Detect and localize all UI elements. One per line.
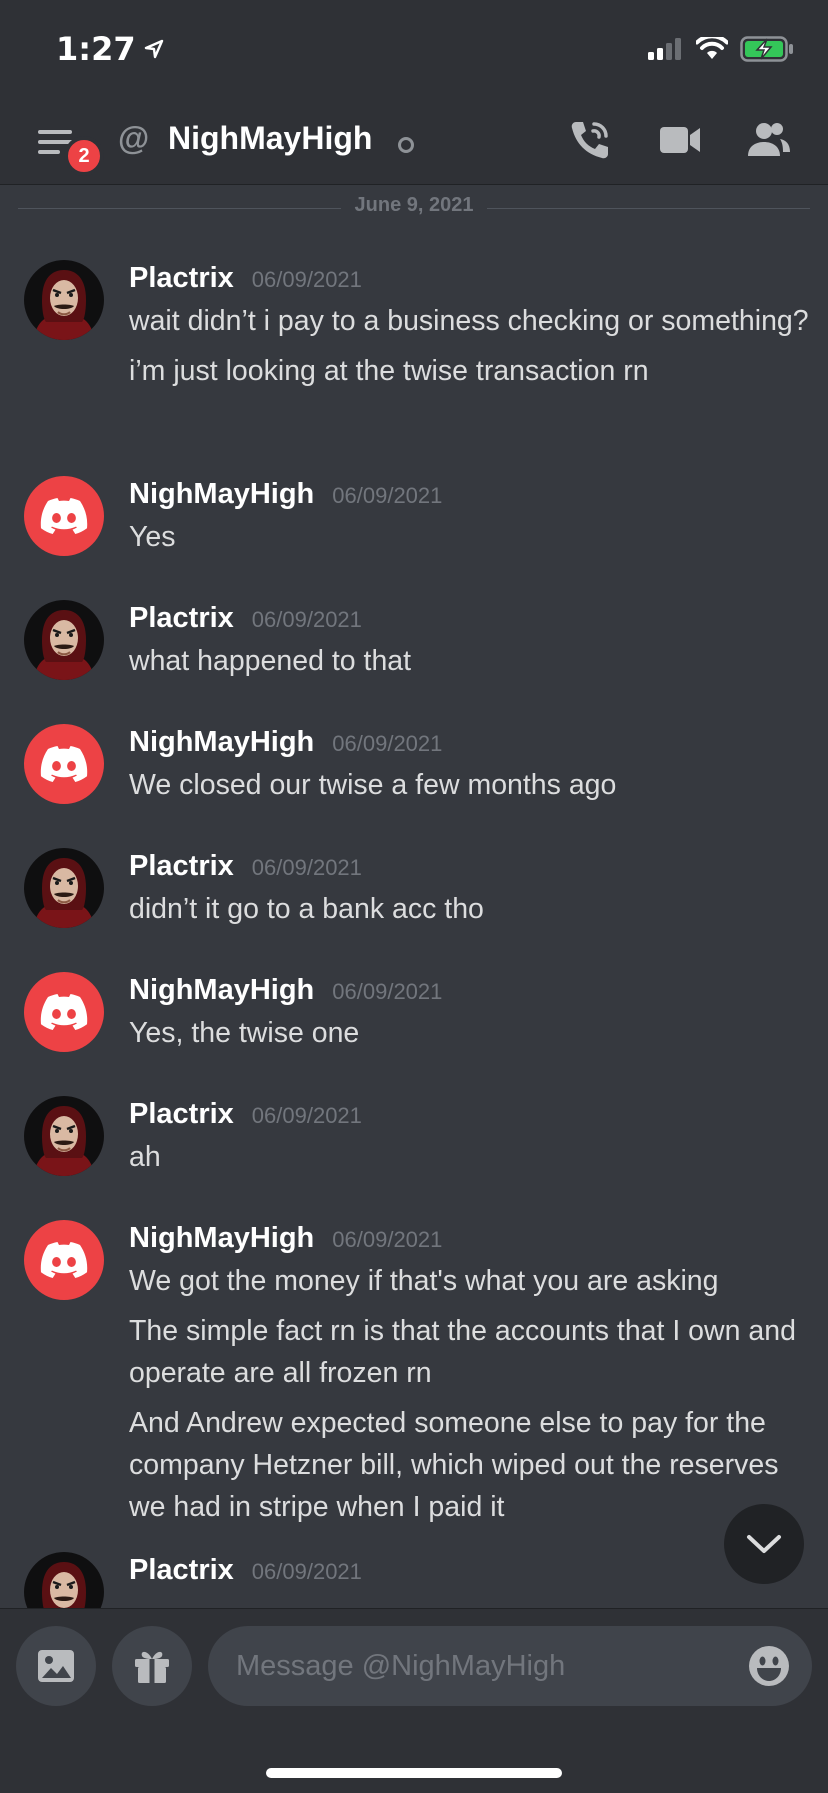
message-body: Yes, the twise one [129,1012,809,1062]
user-avatar[interactable] [24,260,104,340]
call-icon[interactable] [568,118,612,162]
message-text[interactable]: wait didn’t i pay to a business checking… [129,300,809,342]
status-time: 1:27 [56,30,164,68]
at-icon: @ [118,120,150,156]
discord-logo-icon [40,994,88,1030]
presence-indicator [398,137,414,153]
message-text[interactable]: i’m just looking at the twise transactio… [129,350,809,392]
notification-badge: 2 [64,136,104,176]
author-name[interactable]: Plactrix [129,262,234,295]
message-body: ah [129,1136,809,1186]
author-name[interactable]: NighMayHigh [129,478,314,511]
message-author: Plactrix 06/09/2021 [129,1098,362,1131]
video-icon[interactable] [658,118,702,162]
chevron-down-icon [747,1535,781,1553]
message-text[interactable]: We closed our twise a few months ago [129,764,809,806]
message-author: NighMayHigh 06/09/2021 [129,1222,442,1255]
message-body: wait didn’t i pay to a business checking… [129,300,809,400]
author-name[interactable]: Plactrix [129,1554,234,1587]
message-body: didn’t it go to a bank acc tho [129,888,809,938]
message-timestamp: 06/09/2021 [332,1227,443,1252]
location-arrow-icon [144,39,163,59]
message-timestamp: 06/09/2021 [251,607,362,632]
mask-avatar-icon [34,610,94,680]
channel-title[interactable]: NighMayHigh [168,120,372,157]
user-avatar[interactable] [24,972,104,1052]
user-avatar[interactable] [24,1096,104,1176]
discord-logo-icon [40,498,88,534]
members-icon[interactable] [744,118,792,162]
battery-charging-icon [740,36,793,62]
message-author: Plactrix 06/09/2021 [129,262,362,295]
message-timestamp: 06/09/2021 [251,1103,362,1128]
mask-avatar-icon [42,1562,86,1608]
message-author: NighMayHigh 06/09/2021 [129,478,442,511]
status-bar: 1:27 [0,0,828,100]
message-timestamp: 06/09/2021 [332,731,443,756]
mask-avatar-icon [34,1106,94,1176]
message-input[interactable]: Message @NighMayHigh [208,1626,812,1706]
author-name[interactable]: NighMayHigh [129,726,314,759]
date-divider-label: June 9, 2021 [340,194,488,216]
message-text[interactable]: The simple fact rn is that the accounts … [129,1310,809,1394]
upload-image-button[interactable] [16,1626,96,1706]
message-text[interactable]: didn’t it go to a bank acc tho [129,888,809,930]
date-divider: June 9, 2021 [0,194,828,217]
user-avatar[interactable] [24,1220,104,1300]
author-name[interactable]: NighMayHigh [129,974,314,1007]
author-name[interactable]: NighMayHigh [129,1222,314,1255]
message-author: Plactrix 06/09/2021 [129,850,362,883]
scroll-to-bottom-button[interactable] [724,1504,804,1584]
message-author: NighMayHigh 06/09/2021 [129,974,442,1007]
message-timestamp: 06/09/2021 [251,855,362,880]
user-avatar[interactable] [24,848,104,928]
user-avatar[interactable] [24,600,104,680]
message-body: what happened to that [129,640,809,690]
message-body: We closed our twise a few months ago [129,764,809,814]
wifi-icon [696,37,728,59]
discord-logo-icon [40,746,88,782]
author-name[interactable]: Plactrix [129,602,234,635]
mask-avatar-icon [34,270,94,340]
mask-avatar-icon [34,858,94,928]
message-list[interactable]: Plactrix 06/09/2021 wait didn’t i pay to… [0,240,828,1608]
message-author: NighMayHigh 06/09/2021 [129,726,442,759]
gift-icon [135,1651,169,1683]
discord-logo-icon [40,1242,88,1278]
message-input-placeholder: Message @NighMayHigh [236,1649,566,1682]
message-timestamp: 06/09/2021 [332,483,443,508]
message-timestamp: 06/09/2021 [251,1559,362,1584]
message-text[interactable]: Yes, the twise one [129,1012,809,1054]
message-author: Plactrix 06/09/2021 [129,602,362,635]
message-text[interactable]: ah [129,1136,809,1178]
message-timestamp: 06/09/2021 [332,979,443,1004]
message-body: Yes [129,516,809,566]
signal-icon [648,38,681,60]
user-avatar[interactable] [24,476,104,556]
home-indicator [266,1768,562,1778]
user-avatar[interactable] [24,724,104,804]
message-body: We got the money if that's what you are … [129,1260,809,1536]
author-name[interactable]: Plactrix [129,1098,234,1131]
emoji-icon[interactable] [748,1645,790,1687]
clock: 1:27 [56,30,136,68]
message-timestamp: 06/09/2021 [251,267,362,292]
message-text[interactable]: Yes [129,516,809,558]
message-text[interactable]: And Andrew expected someone else to pay … [129,1402,809,1528]
message-text[interactable]: what happened to that [129,640,809,682]
message-author: Plactrix 06/09/2021 [129,1554,362,1587]
author-name[interactable]: Plactrix [129,850,234,883]
user-avatar[interactable] [24,1552,104,1608]
image-icon [38,1650,74,1682]
status-icons [648,36,794,62]
message-text[interactable]: We got the money if that's what you are … [129,1260,809,1302]
gift-button[interactable] [112,1626,192,1706]
